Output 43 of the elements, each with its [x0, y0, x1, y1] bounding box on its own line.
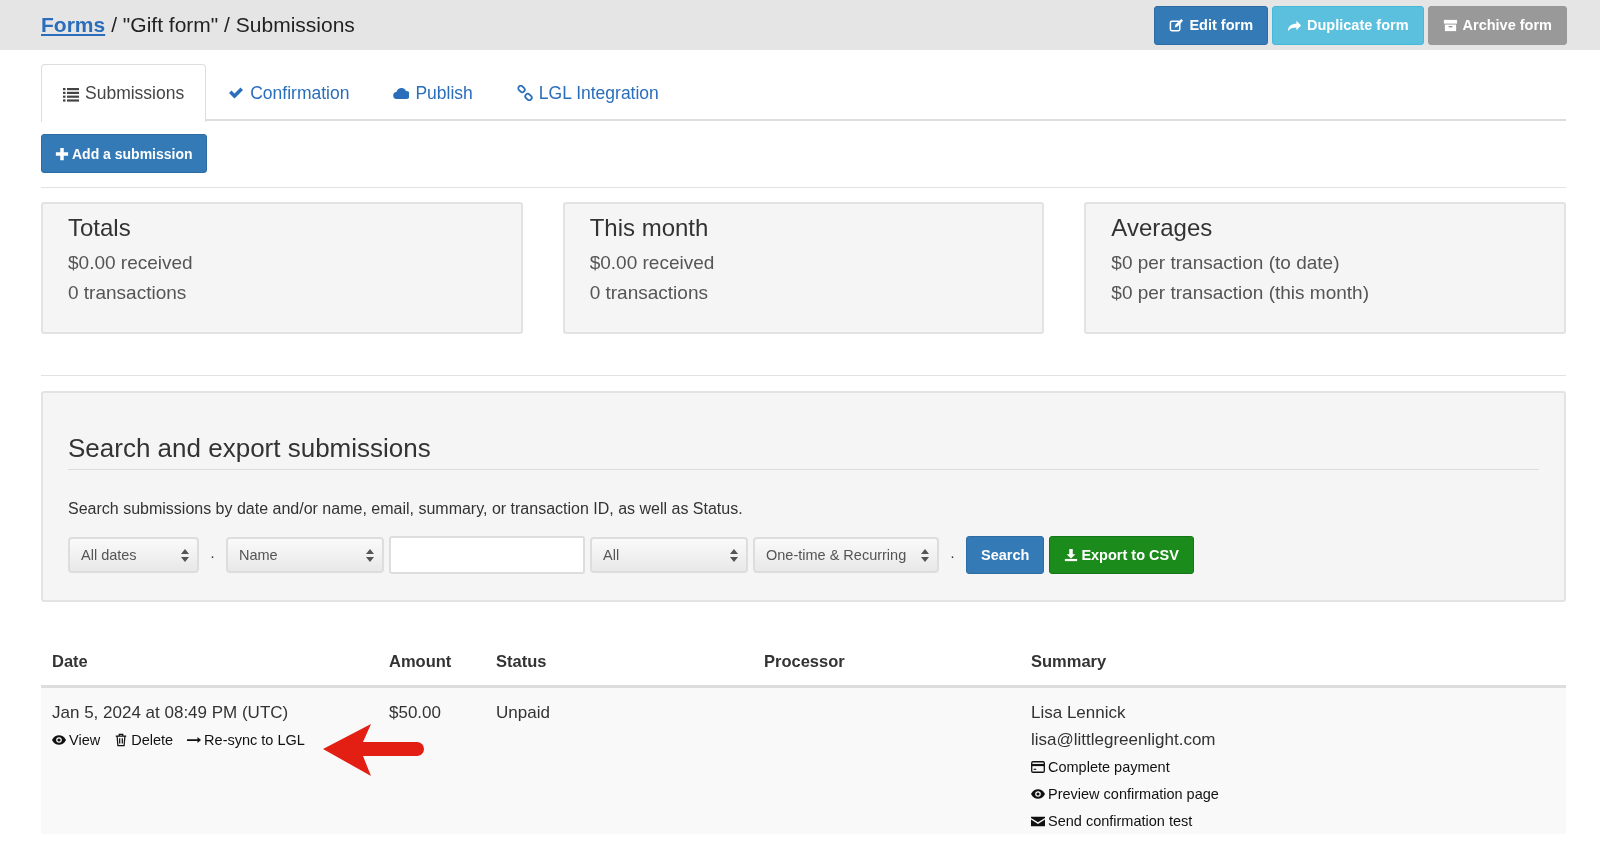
column-header: Date [51, 652, 89, 672]
card-title: This month [589, 214, 710, 242]
dropdown[interactable]: Name [226, 537, 384, 573]
date-text: Jan 5, 2024 at 08:49 PM (UTC) [52, 702, 290, 724]
action-link[interactable]: Preview confirmation page [1031, 785, 1219, 802]
column-header: Summary [1030, 652, 1108, 672]
status-text: Unpaid [496, 702, 551, 724]
column-header: Processor [763, 652, 846, 672]
amount-text: $50.00 [389, 702, 442, 724]
search-button[interactable]: Search [966, 536, 1045, 574]
help-text: Search submissions by date and/or name, email, summary, or transaction ID, as well as Status. [68, 500, 744, 518]
dropdown[interactable]: All [590, 537, 748, 573]
card-title: Totals [68, 214, 132, 242]
action-link[interactable]: Delete [114, 732, 174, 748]
add-submission-button[interactable]: Add a submission [41, 134, 207, 173]
action-link[interactable]: View [52, 732, 101, 748]
donor-name: Lisa Lennick [1031, 702, 1127, 724]
donor-email: lisa@littlegreenlight.com [1031, 729, 1217, 751]
panel-title: Search and export submissions [68, 433, 1539, 470]
stat-line: $0 per transaction (to date) [1111, 251, 1341, 275]
dropdown[interactable]: All dates [68, 537, 199, 573]
tab[interactable]: LGL Integration [494, 64, 681, 121]
separator-dot: · [210, 546, 215, 564]
dropdown[interactable]: One-time & Recurring [753, 537, 939, 573]
column-header: Status [495, 652, 548, 672]
separator-dot: · [950, 546, 955, 564]
card-title: Averages [1111, 214, 1214, 242]
edit-form-button[interactable]: Edit form [1154, 5, 1269, 45]
tab[interactable]: Confirmation [206, 64, 372, 121]
action-link[interactable]: Re-sync to LGL [187, 732, 305, 748]
stat-line: 0 transactions [68, 281, 188, 305]
action-link[interactable]: Send confirmation test [1031, 812, 1193, 829]
export-csv-button[interactable]: Export to CSV [1049, 536, 1194, 574]
stat-line: 0 transactions [589, 281, 709, 305]
action-link[interactable]: Complete payment [1031, 758, 1170, 775]
column-header: Amount [388, 652, 453, 672]
tab[interactable]: Submissions [41, 64, 207, 122]
breadcrumb-text: / "Gift form" / Submissions [111, 13, 355, 37]
forms-link[interactable]: Forms [41, 13, 106, 37]
stat-line: $0.00 received [589, 251, 716, 275]
stat-line: $0 per transaction (this month) [1111, 281, 1370, 305]
tab[interactable]: Publish [371, 64, 495, 121]
stat-line: $0.00 received [68, 251, 194, 275]
